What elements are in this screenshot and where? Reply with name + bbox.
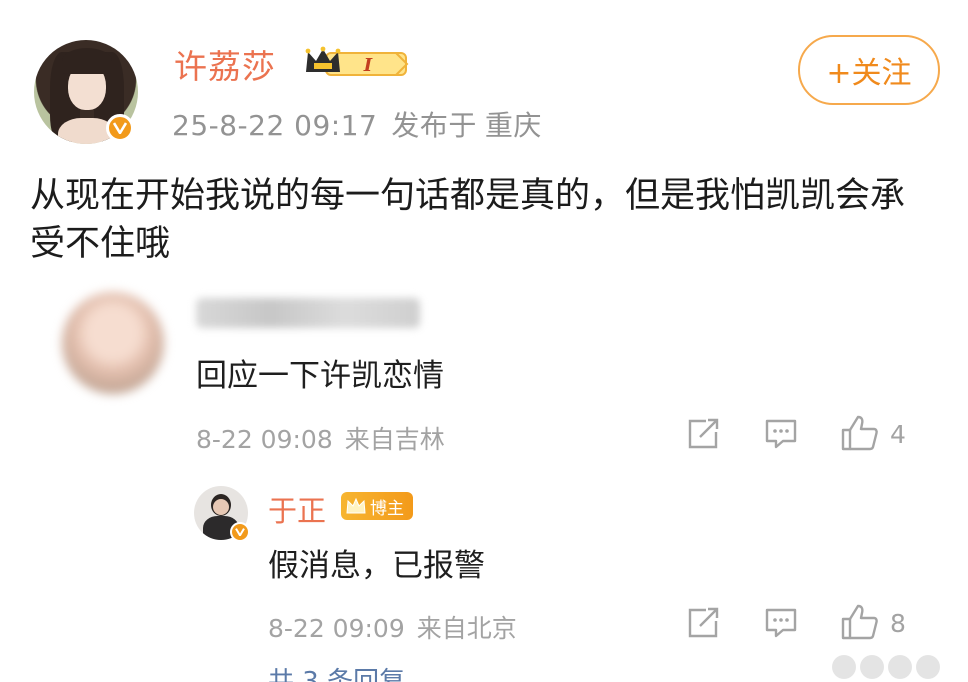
blogger-badge: 博主 xyxy=(341,492,413,520)
thumbs-up-icon[interactable] xyxy=(840,603,880,641)
reply-like-count: 8 xyxy=(890,609,906,638)
comment-time: 8-22 09:08 xyxy=(196,425,333,454)
comment-icon[interactable] xyxy=(764,607,798,639)
post-location: 重庆 xyxy=(484,109,542,142)
crown-level-icon[interactable]: I xyxy=(304,46,410,80)
post-timestamp: 25-8-22 09:17 xyxy=(172,109,378,142)
post-text: 从现在开始我说的每一句话都是真的，但是我怕凯凯会承受不住哦 xyxy=(30,176,906,264)
commenter-name-blurred xyxy=(196,298,420,328)
comment-text: 回应一下许凯恋情 xyxy=(196,358,444,394)
share-icon[interactable] xyxy=(686,418,720,450)
watermark xyxy=(832,652,968,682)
verified-badge-icon xyxy=(230,522,250,542)
level-number: I xyxy=(363,55,373,76)
blogger-badge-label: 博主 xyxy=(370,498,404,519)
reply-author-name[interactable]: 于正 xyxy=(268,488,326,530)
author-name[interactable]: 许荔莎 xyxy=(174,40,276,88)
share-icon[interactable] xyxy=(686,607,720,639)
comment-like-count: 4 xyxy=(890,420,906,449)
commenter-avatar[interactable] xyxy=(62,292,164,394)
crown-icon xyxy=(346,497,366,514)
more-replies-link[interactable]: 共 3 条回复 xyxy=(268,664,405,682)
thumbs-up-icon[interactable] xyxy=(840,414,880,452)
reply-source: 来自北京 xyxy=(416,614,517,643)
location-prefix: 发布于 xyxy=(391,109,477,142)
post-meta: 25-8-22 09:17 发布于 重庆 xyxy=(172,104,542,144)
follow-button[interactable]: +关注 xyxy=(798,35,940,105)
reply-text: 假消息，已报警 xyxy=(268,548,485,584)
verified-badge-icon xyxy=(106,114,134,142)
comment-icon[interactable] xyxy=(764,418,798,450)
reply-meta: 8-22 09:09 来自北京 xyxy=(268,609,517,645)
comment-meta: 8-22 09:08 来自吉林 xyxy=(196,420,445,456)
reply-time: 8-22 09:09 xyxy=(268,614,405,643)
comment-source: 来自吉林 xyxy=(344,425,445,454)
